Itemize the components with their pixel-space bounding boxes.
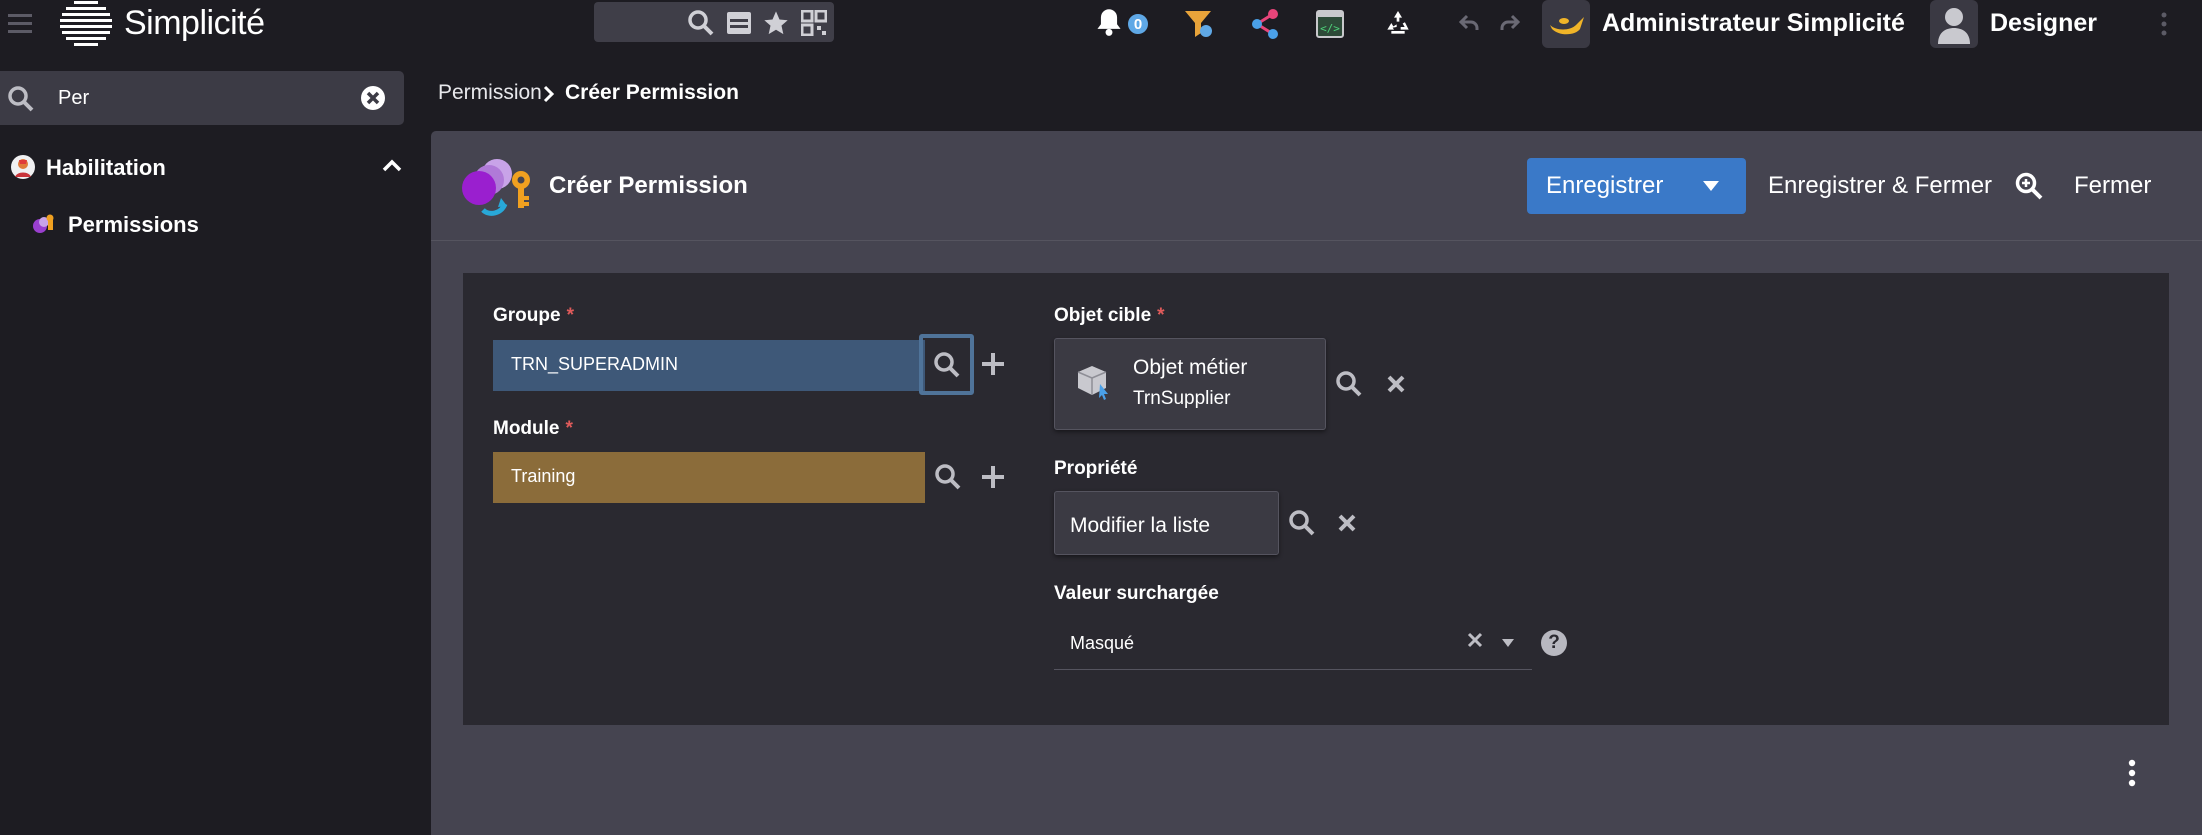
sidebar-item-label[interactable]: Permissions [68,212,199,238]
close-button[interactable]: Fermer [2074,172,2151,200]
undo-icon[interactable] [1459,14,1479,32]
search-icon[interactable] [688,10,714,36]
clear-search-icon[interactable] [361,86,385,110]
objet-cible-search-icon[interactable] [1336,371,1362,397]
chevron-right-icon [542,84,556,104]
code-window-icon[interactable]: </> [1316,10,1344,38]
kebab-menu-icon[interactable] [2160,12,2168,36]
required-mark: * [566,305,574,326]
user-avatar[interactable] [1930,0,1978,48]
required-mark: * [565,418,573,439]
groupe-input[interactable]: TRN_SUPERADMIN [493,340,925,391]
star-icon[interactable] [762,9,790,37]
genie-lamp-avatar[interactable] [1542,0,1590,48]
recycle-icon[interactable] [1382,7,1414,39]
chevron-up-icon[interactable] [382,158,402,172]
bell-icon[interactable] [1095,7,1123,37]
permission-icon [461,156,537,218]
select-caret-down-icon[interactable] [1501,638,1515,648]
notification-count-badge: 0 [1126,12,1150,36]
form-title: Créer Permission [549,172,748,199]
module-add-icon[interactable] [981,465,1005,489]
valeur-surchargee-value[interactable]: Masqué [1070,633,1134,654]
qrcode-icon[interactable] [801,10,827,36]
module-search-icon[interactable] [935,464,961,490]
select-clear-icon[interactable] [1467,632,1483,648]
search-icon [8,86,34,112]
propriete-clear-icon[interactable] [1337,513,1357,533]
sidebar-item-permissions[interactable] [0,202,420,246]
business-object-icon [1074,362,1112,402]
groupe-label-text: Groupe [493,305,561,326]
svg-text:</>: </> [1320,22,1340,35]
simplicite-logo-icon[interactable] [60,0,112,50]
top-search-bar[interactable] [594,2,834,42]
permission-icon [32,214,56,236]
valeur-surchargee-field-label: Valeur surchargée [1054,583,1219,604]
propriete-field-label: Propriété [1054,458,1138,479]
help-icon[interactable]: ? [1541,630,1567,656]
role-name[interactable]: Designer [1990,9,2097,38]
hamburger-menu-icon[interactable] [8,12,32,34]
propriete-search-icon[interactable] [1289,510,1315,536]
module-field-label: Module * [493,418,573,440]
panel-header-divider [431,240,2202,241]
save-button-label[interactable]: Enregistrer [1546,172,1663,200]
filter-icon[interactable] [1183,8,1215,40]
caret-down-icon[interactable] [1702,180,1720,192]
objet-cible-value-line1[interactable]: Objet métier [1133,356,1247,380]
module-input[interactable]: Training [493,452,925,503]
required-mark: * [1157,305,1165,326]
groupe-field-label: Groupe * [493,305,574,327]
brand-name: Simplicité [124,4,265,42]
objet-cible-value-line2[interactable]: TrnSupplier [1133,388,1231,410]
sidebar-search-value[interactable]: Per [58,87,89,110]
zoom-in-icon[interactable] [2015,172,2043,200]
module-label-text: Module [493,418,560,439]
top-bar: Simplicité 0 </> Administrateur Simplici… [0,0,2202,48]
groupe-add-icon[interactable] [981,352,1005,376]
sidebar-section-label[interactable]: Habilitation [46,155,166,181]
user-badge-icon [10,154,36,180]
more-actions-icon[interactable] [2127,759,2137,787]
objet-cible-field-label: Objet cible * [1054,305,1165,327]
redo-icon[interactable] [1500,14,1520,32]
save-and-close-button[interactable]: Enregistrer & Fermer [1768,172,1992,200]
propriete-value[interactable]: Modifier la liste [1070,514,1210,538]
objet-cible-clear-icon[interactable] [1386,374,1406,394]
window-icon[interactable] [726,11,752,35]
breadcrumb-current: Créer Permission [565,81,739,104]
share-nodes-icon[interactable] [1249,8,1281,40]
groupe-search-button[interactable] [919,334,974,395]
breadcrumb-parent-link[interactable]: Permission [438,81,542,105]
objet-cible-label-text: Objet cible [1054,305,1152,326]
user-name[interactable]: Administrateur Simplicité [1602,9,1905,38]
